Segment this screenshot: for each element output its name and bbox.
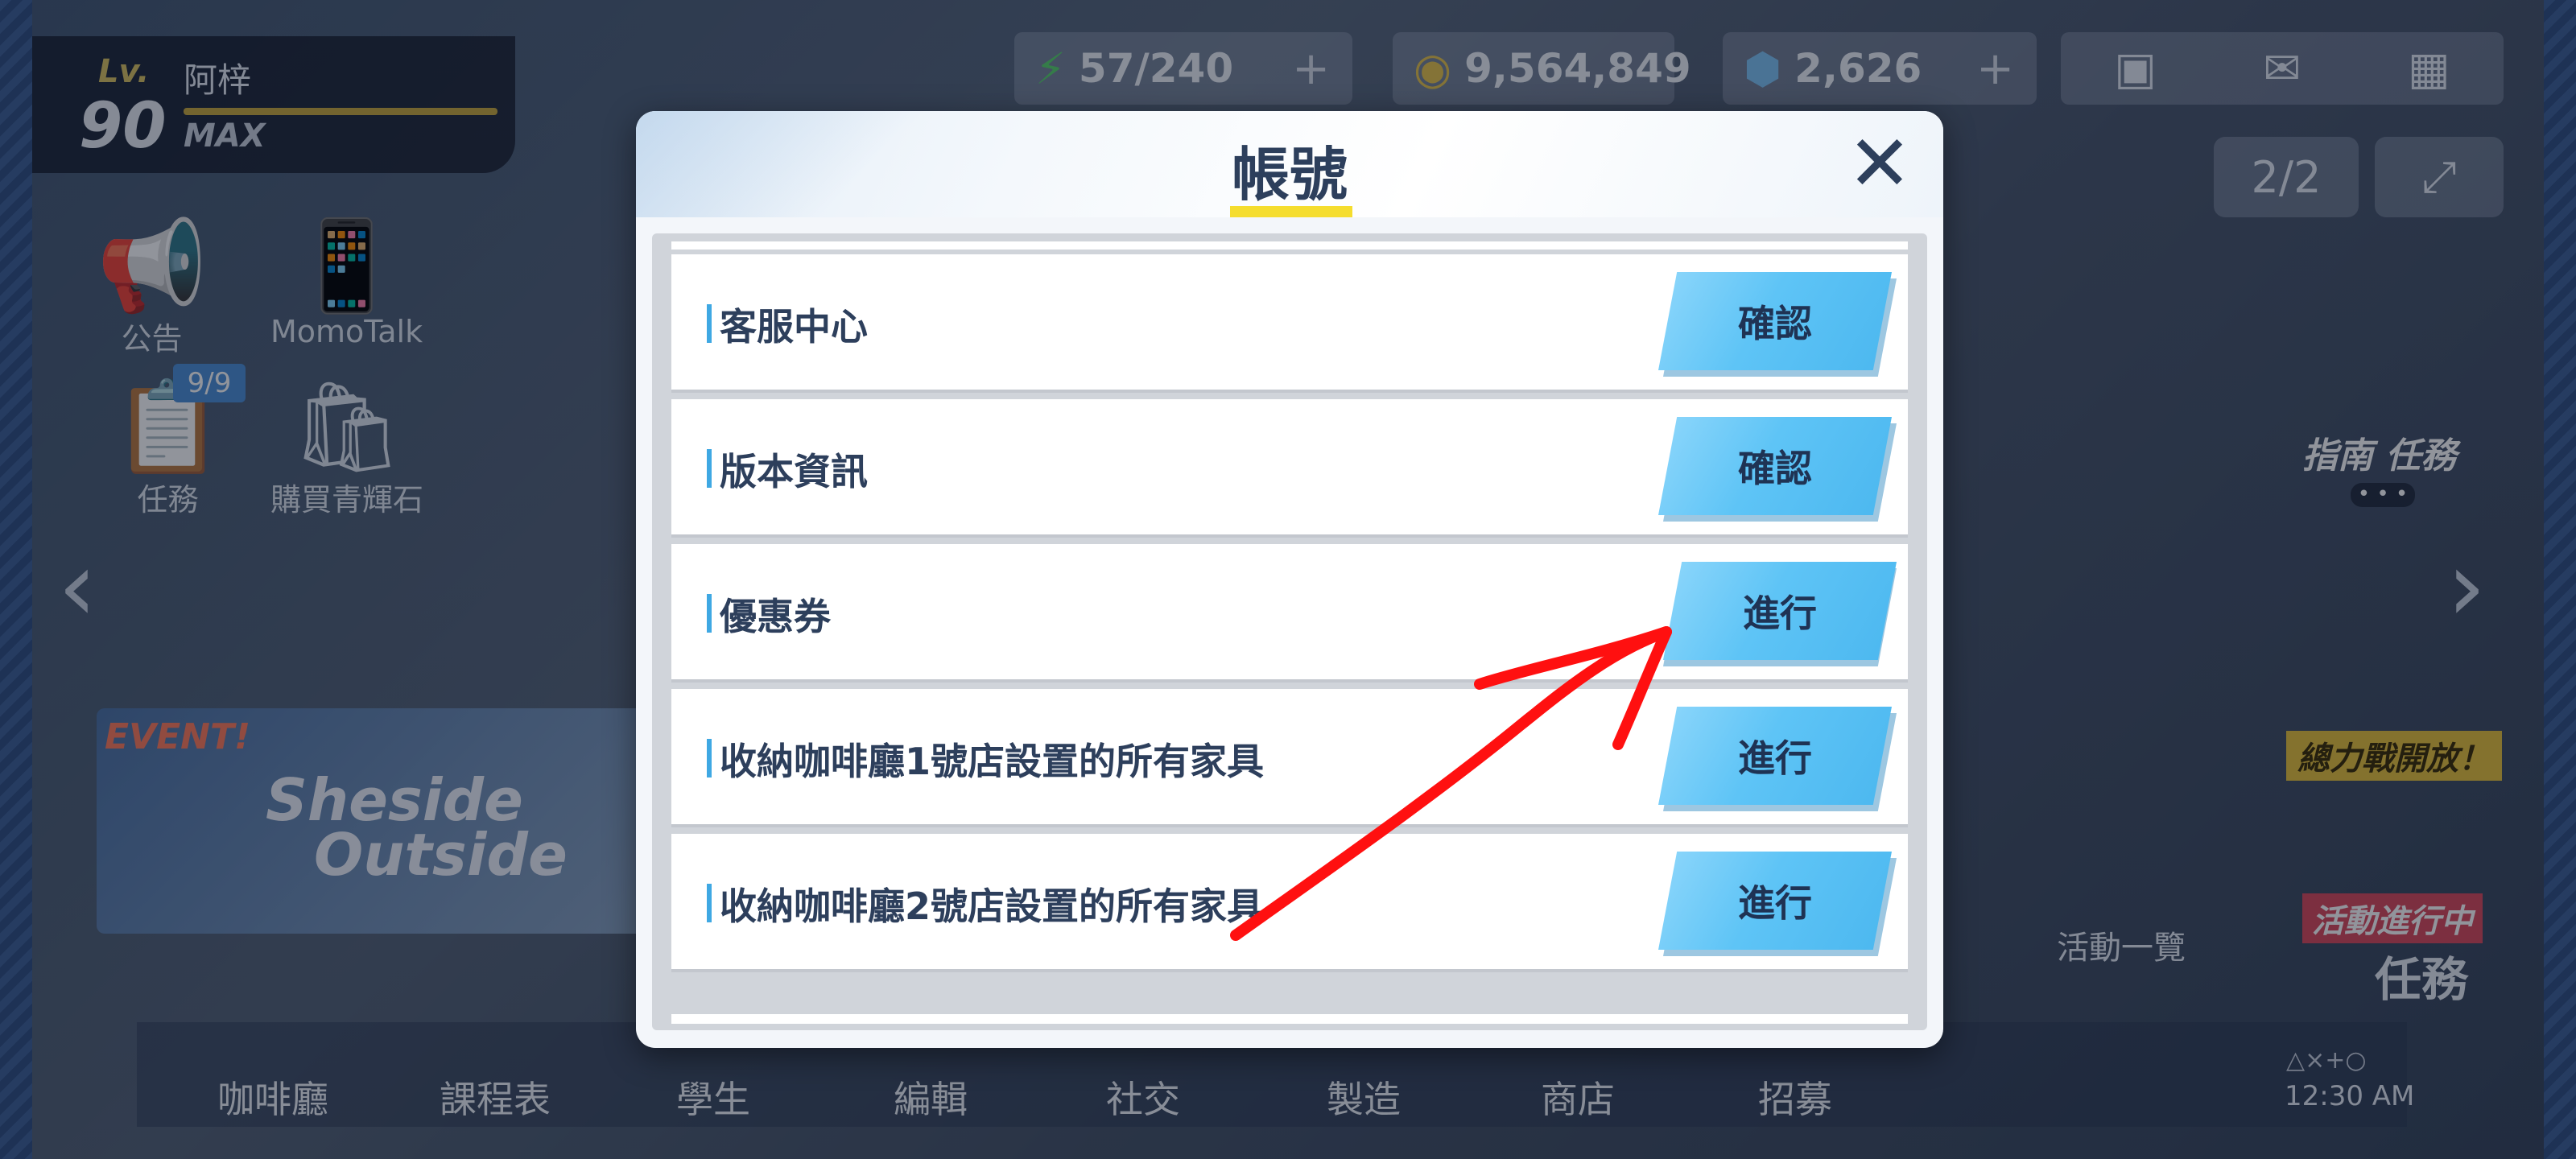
title-underline [1230, 206, 1352, 217]
row-accent-bar [707, 884, 712, 922]
coupon-proceed-button[interactable]: 進行 [1663, 562, 1897, 660]
close-icon[interactable]: ✕ [1843, 125, 1916, 202]
row-label: 收納咖啡廳1號店設置的所有家具 [720, 740, 1265, 783]
row-accent-bar [707, 739, 712, 777]
dialog-header: 帳號 ✕ [636, 111, 1943, 217]
account-dialog: 帳號 ✕ 客服中心 確認 版本資訊 確認 優惠券 進行 收納咖啡廳1號店設置的所… [636, 111, 1943, 1048]
confirm-support-button[interactable]: 確認 [1658, 272, 1892, 370]
row-label: 優惠券 [720, 595, 831, 638]
list-item-store-furniture-1: 收納咖啡廳1號店設置的所有家具 進行 [671, 689, 1908, 824]
list-item-store-furniture-2: 收納咖啡廳2號店設置的所有家具 進行 [671, 834, 1908, 969]
row-accent-bar [707, 594, 712, 633]
row-label: 版本資訊 [720, 450, 868, 493]
store-furniture-1-button[interactable]: 進行 [1658, 707, 1892, 805]
row-label: 收納咖啡廳2號店設置的所有家具 [720, 885, 1265, 928]
store-furniture-2-button[interactable]: 進行 [1658, 852, 1892, 950]
confirm-version-button[interactable]: 確認 [1658, 417, 1892, 515]
dialog-title: 帳號 [1231, 141, 1348, 208]
settings-list[interactable]: 客服中心 確認 版本資訊 確認 優惠券 進行 收納咖啡廳1號店設置的所有家具 進… [652, 233, 1927, 1030]
row-accent-bar [707, 449, 712, 488]
list-top-edge [671, 241, 1908, 250]
row-label: 客服中心 [720, 305, 868, 349]
list-bottom-edge [671, 1014, 1908, 1024]
list-item-coupon: 優惠券 進行 [671, 544, 1908, 679]
row-accent-bar [707, 304, 712, 343]
list-item-version: 版本資訊 確認 [671, 399, 1908, 534]
list-item-support: 客服中心 確認 [671, 254, 1908, 390]
